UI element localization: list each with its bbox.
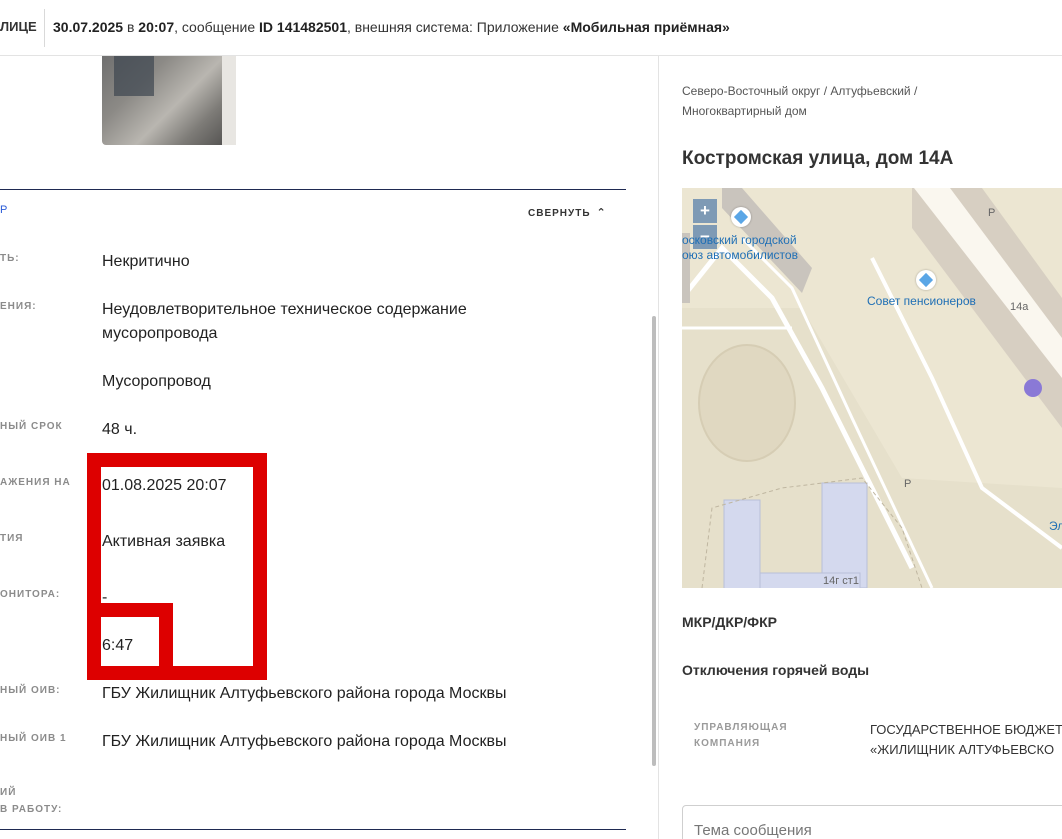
- message-prefix: , сообщение: [174, 19, 256, 35]
- scrollbar[interactable]: [652, 316, 656, 766]
- time-prefix: в: [126, 19, 135, 35]
- poi-icon[interactable]: [916, 270, 936, 290]
- system-prefix: , внешняя система: Приложение: [346, 19, 559, 35]
- field-value: ГБУ Жилищник Алтуфьевского района города…: [102, 685, 507, 702]
- attachment-photo[interactable]: [102, 56, 236, 145]
- section-title: Р: [0, 204, 8, 216]
- message-date: 30.07.2025: [53, 19, 124, 35]
- address-title: Костромская улица, дом 14А: [682, 148, 954, 169]
- map[interactable]: + − осковский городской оюз автомобилист…: [682, 188, 1062, 588]
- section-divider: [0, 829, 626, 830]
- collapse-button[interactable]: СВЕРНУТЬ ⌃: [528, 206, 607, 219]
- parking-label: Р: [988, 207, 996, 219]
- message-meta: 30.07.2025 в 20:07, сообщение ID 1414825…: [53, 19, 730, 35]
- section-divider: [0, 189, 626, 190]
- field-label: АЖЕНИЯ НА: [0, 477, 71, 488]
- map-label: 14г ст1: [823, 575, 859, 587]
- message-id: ID 141482501: [259, 19, 347, 35]
- zoom-in-button[interactable]: +: [693, 199, 717, 223]
- field-label: ТЬ:: [0, 253, 20, 264]
- field-label: НЫЙ СРОК: [0, 421, 63, 432]
- map-label: оюз автомобилистов: [682, 248, 798, 262]
- company-value: ГОСУДАРСТВЕННОЕ БЮДЖЕТ «ЖИЛИЩНИК АЛТУФЬЕ…: [870, 720, 1062, 760]
- collapse-label: СВЕРНУТЬ: [528, 208, 591, 219]
- breadcrumb-tail[interactable]: ЛИЦЕ: [0, 19, 37, 34]
- company-label-text: УПРАВЛЯЮЩАЯ КОМПАНИЯ: [694, 722, 788, 749]
- field-value: Мусоропровод: [102, 373, 211, 390]
- field-label: ТИЯ: [0, 533, 24, 544]
- field-label: ЕНИЯ:: [0, 301, 37, 312]
- field-value: 6:47: [102, 637, 134, 654]
- header: ЛИЦЕ 30.07.2025 в 20:07, сообщение ID 14…: [0, 0, 1062, 56]
- company-value-line: ГОСУДАРСТВЕННОЕ БЮДЖЕТ: [870, 722, 1062, 737]
- field-label: НЫЙ ОИВ:: [0, 685, 61, 696]
- location-marker[interactable]: [1024, 379, 1042, 397]
- field-value: ГБУ Жилищник Алтуфьевского района города…: [102, 733, 507, 750]
- field-label: ОНИТОРА:: [0, 589, 61, 600]
- map-label: Эл: [1049, 519, 1062, 533]
- address-breadcrumb: Северо-Восточный округ / Алтуфьевский / …: [682, 84, 918, 118]
- header-divider: [44, 9, 45, 47]
- parking-label: Р: [904, 478, 912, 490]
- message-subject-input[interactable]: Тема сообщения: [682, 805, 1062, 839]
- mkr-section: МКР/ДКР/ФКР: [682, 614, 778, 630]
- map-label: 14а: [1010, 301, 1029, 313]
- field-value: Активная заявка: [102, 533, 226, 550]
- field-label: ИЙ: [0, 787, 17, 798]
- system-name: «Мобильная приёмная»: [562, 19, 730, 35]
- address-pane: Северо-Восточный округ / Алтуфьевский / …: [659, 56, 1062, 839]
- chevron-up-icon: ⌃: [596, 207, 607, 219]
- field-value: Неудовлетворительное техническое содержа…: [102, 301, 467, 342]
- photo-wall: [222, 56, 236, 145]
- field-value: 01.08.2025 20:07: [102, 477, 227, 494]
- hot-water-section: Отключения горячей воды: [682, 662, 870, 678]
- message-time: 20:07: [138, 19, 175, 35]
- field-value: 48 ч.: [102, 421, 138, 438]
- company-label: УПРАВЛЯЮЩАЯ КОМПАНИЯ: [694, 720, 804, 752]
- field-label: В РАБОТУ:: [0, 804, 63, 815]
- field-label: НЫЙ ОИВ 1: [0, 733, 67, 744]
- company-value-line: «ЖИЛИЩНИК АЛТУФЬЕВСКО: [870, 742, 1055, 757]
- field-value: -: [102, 589, 108, 606]
- field-value: Некритично: [102, 253, 190, 270]
- photo-shade: [114, 56, 154, 96]
- poi-icon[interactable]: [731, 207, 751, 227]
- details-pane: Р СВЕРНУТЬ ⌃ ТЬ: Некритично ЕНИЯ: Неудовл…: [0, 56, 658, 839]
- map-label: Совет пенсионеров: [867, 294, 976, 308]
- map-label: осковский городской: [682, 233, 797, 247]
